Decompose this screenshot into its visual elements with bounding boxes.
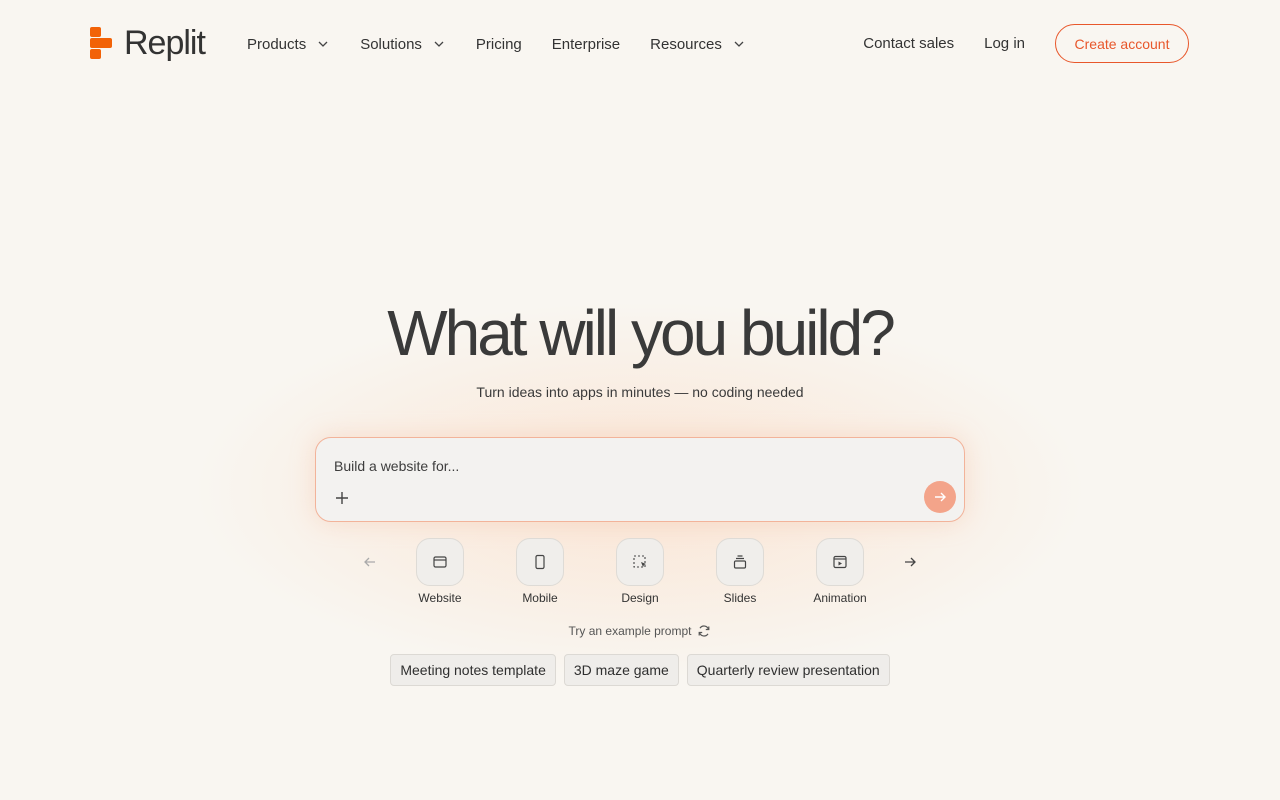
app-type-label: Slides [723, 591, 757, 605]
mobile-phone-icon [516, 538, 564, 586]
design-select-icon [616, 538, 664, 586]
app-type-slides[interactable]: Slides [700, 538, 780, 605]
example-chip[interactable]: Meeting notes template [390, 654, 556, 686]
app-type-label: Mobile [522, 591, 558, 605]
nav-pricing[interactable]: Pricing [476, 36, 522, 53]
example-chips: Meeting notes template 3D maze game Quar… [0, 654, 1280, 686]
app-type-website[interactable]: Website [400, 538, 480, 605]
prompt-input[interactable] [334, 456, 934, 476]
nav-resources[interactable]: Resources [650, 36, 746, 53]
login-link[interactable]: Log in [984, 35, 1025, 52]
main-nav: Products Solutions Pricing Enterprise Re… [247, 33, 776, 55]
chevron-down-icon [434, 41, 444, 47]
example-chip[interactable]: Quarterly review presentation [686, 654, 890, 686]
carousel-prev-button[interactable] [356, 548, 384, 576]
carousel-next-button[interactable] [896, 548, 924, 576]
animation-play-icon [816, 538, 864, 586]
app-type-carousel: Website Mobile Design Slides Animation [356, 538, 926, 608]
app-type-label: Website [418, 591, 462, 605]
app-type-label: Animation [813, 591, 867, 605]
nav-pricing-label: Pricing [475, 35, 522, 53]
app-type-mobile[interactable]: Mobile [500, 538, 580, 605]
app-type-design[interactable]: Design [600, 538, 680, 605]
plus-icon[interactable] [332, 488, 352, 508]
app-type-label: Design [621, 591, 659, 605]
example-prompt-label: Try an example prompt [568, 624, 692, 638]
nav-resources-label: Resources [650, 35, 722, 53]
send-button[interactable] [924, 481, 956, 513]
example-prompt-row: Try an example prompt [0, 624, 1280, 638]
site-header: Replit Products Solutions Pricing Enterp… [0, 0, 1280, 86]
nav-products-label: Products [247, 35, 307, 53]
replit-logo-icon [90, 27, 114, 59]
contact-sales-link[interactable]: Contact sales [863, 35, 954, 52]
nav-products[interactable]: Products [247, 36, 330, 53]
nav-enterprise-label: Enterprise [551, 35, 621, 53]
slides-stack-icon [716, 538, 764, 586]
app-type-animation[interactable]: Animation [800, 538, 880, 605]
nav-solutions[interactable]: Solutions [360, 36, 446, 53]
hero-subtitle: Turn ideas into apps in minutes — no cod… [476, 384, 804, 400]
browser-window-icon [416, 538, 464, 586]
arrow-right-icon [935, 492, 946, 502]
refresh-icon[interactable] [697, 624, 711, 638]
hero-title: What will you build? [387, 297, 896, 369]
replit-wordmark: Replit [124, 23, 206, 62]
example-chip[interactable]: 3D maze game [563, 654, 679, 686]
nav-solutions-label: Solutions [360, 35, 422, 53]
arrow-right-icon [905, 557, 916, 567]
chevron-down-icon [318, 41, 328, 47]
header-actions: Contact sales Log in Create account [863, 24, 1189, 63]
replit-logo[interactable]: Replit [90, 23, 206, 62]
create-account-button[interactable]: Create account [1055, 24, 1189, 63]
prompt-box [315, 437, 965, 522]
arrow-left-icon [364, 557, 375, 567]
nav-enterprise[interactable]: Enterprise [552, 36, 620, 53]
chevron-down-icon [734, 41, 744, 47]
